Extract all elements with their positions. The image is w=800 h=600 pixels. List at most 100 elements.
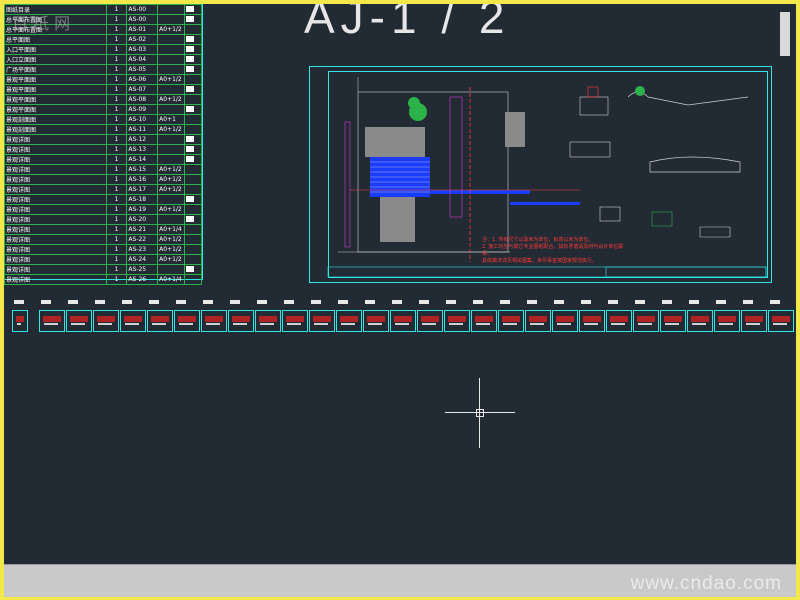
layout-thumbnail[interactable] bbox=[39, 310, 65, 332]
layout-thumbnail[interactable] bbox=[390, 310, 416, 332]
layout-thumbnail[interactable] bbox=[12, 310, 28, 332]
layout-tab[interactable] bbox=[95, 300, 105, 304]
paving-area bbox=[365, 127, 425, 157]
index-cell-size bbox=[157, 264, 186, 275]
index-cell-name: 广场平面图 bbox=[4, 64, 107, 75]
layout-thumbnail[interactable] bbox=[255, 310, 281, 332]
layout-thumbnail[interactable] bbox=[444, 310, 470, 332]
index-cell-cnt: 1 bbox=[105, 154, 128, 165]
layout-thumbnail[interactable] bbox=[633, 310, 659, 332]
layout-tab[interactable] bbox=[338, 300, 348, 304]
layout-tab[interactable] bbox=[770, 300, 780, 304]
layout-thumbnail[interactable] bbox=[768, 310, 794, 332]
index-cell-size bbox=[157, 154, 186, 165]
layout-tab[interactable] bbox=[527, 300, 537, 304]
index-cell-mark bbox=[184, 144, 202, 155]
layout-thumbnail[interactable] bbox=[579, 310, 605, 332]
layout-thumbnail[interactable] bbox=[174, 310, 200, 332]
index-cell-cnt: 1 bbox=[105, 274, 128, 285]
index-cell-mark bbox=[184, 94, 202, 105]
layout-tab[interactable] bbox=[392, 300, 402, 304]
layout-thumbnail[interactable] bbox=[120, 310, 146, 332]
index-cell-code: AS-26 bbox=[126, 274, 159, 285]
layout-tab[interactable] bbox=[419, 300, 429, 304]
index-row: 景观详图 1 AS-18 bbox=[4, 194, 202, 205]
layout-tab[interactable] bbox=[68, 300, 78, 304]
layout-tab[interactable] bbox=[284, 300, 294, 304]
layout-tab[interactable] bbox=[581, 300, 591, 304]
index-cell-mark bbox=[184, 244, 202, 255]
index-row: 入口平面图 1 AS-03 bbox=[4, 44, 202, 55]
layout-thumbnail-strip[interactable] bbox=[12, 300, 794, 334]
layout-tab[interactable] bbox=[365, 300, 375, 304]
layout-thumbnail[interactable] bbox=[660, 310, 686, 332]
layout-thumbnail[interactable] bbox=[201, 310, 227, 332]
index-cell-size: A0+1/2 bbox=[157, 24, 186, 35]
layout-tab[interactable] bbox=[230, 300, 240, 304]
layout-tab[interactable] bbox=[743, 300, 753, 304]
layout-thumbnail[interactable] bbox=[552, 310, 578, 332]
layout-tab[interactable] bbox=[311, 300, 321, 304]
layout-tab[interactable] bbox=[122, 300, 132, 304]
layout-thumbnail[interactable] bbox=[417, 310, 443, 332]
layout-tab[interactable] bbox=[446, 300, 456, 304]
index-cell-name: 景观详图 bbox=[4, 144, 107, 155]
index-cell-mark bbox=[184, 194, 202, 205]
index-row: 景观详图 1 AS-24 A0+1/2 bbox=[4, 254, 202, 265]
index-cell-code: AS-02 bbox=[126, 34, 159, 45]
layout-tab[interactable] bbox=[554, 300, 564, 304]
main-drawing-sheet[interactable]: 注：1. 所有尺寸以毫米为单位，标高以米为单位。 2. 施工时应与其它专业图纸配… bbox=[309, 66, 772, 283]
layout-thumbnail[interactable] bbox=[471, 310, 497, 332]
layout-tab[interactable] bbox=[14, 300, 24, 304]
index-cell-name: 景观详图 bbox=[4, 224, 107, 235]
layout-thumbnail[interactable] bbox=[66, 310, 92, 332]
scroll-thumb[interactable] bbox=[780, 12, 790, 56]
layout-thumbnail[interactable] bbox=[714, 310, 740, 332]
layout-tab[interactable] bbox=[473, 300, 483, 304]
layout-thumbnail[interactable] bbox=[228, 310, 254, 332]
layout-thumbnail[interactable] bbox=[498, 310, 524, 332]
index-row: 景观详图 1 AS-19 A0+1/2 bbox=[4, 204, 202, 215]
layout-thumbnail[interactable] bbox=[336, 310, 362, 332]
layout-tab[interactable] bbox=[149, 300, 159, 304]
revision-mark-icon bbox=[186, 65, 195, 72]
layout-thumbnail[interactable] bbox=[363, 310, 389, 332]
layout-thumbnail[interactable] bbox=[147, 310, 173, 332]
layout-tab[interactable] bbox=[689, 300, 699, 304]
index-cell-name: 景观平面图 bbox=[4, 74, 107, 85]
revision-mark-icon bbox=[186, 145, 195, 152]
index-cell-code: AS-08 bbox=[126, 94, 159, 105]
layout-tab[interactable] bbox=[608, 300, 618, 304]
layout-tab[interactable] bbox=[41, 300, 51, 304]
layout-tab[interactable] bbox=[500, 300, 510, 304]
index-cell-mark bbox=[184, 84, 202, 95]
layout-thumbnail[interactable] bbox=[525, 310, 551, 332]
layout-tab[interactable] bbox=[662, 300, 672, 304]
index-cell-code: AS-24 bbox=[126, 254, 159, 265]
index-cell-mark bbox=[184, 154, 202, 165]
index-cell-size: A0+1/2 bbox=[157, 244, 186, 255]
index-cell-size: A0+1/4 bbox=[157, 224, 186, 235]
index-cell-cnt: 1 bbox=[105, 194, 128, 205]
layout-thumbnail[interactable] bbox=[309, 310, 335, 332]
index-cell-size: A0+1 bbox=[157, 114, 186, 125]
layout-thumbnail[interactable] bbox=[687, 310, 713, 332]
layout-tab[interactable] bbox=[176, 300, 186, 304]
layout-thumbnail[interactable] bbox=[741, 310, 767, 332]
layout-tab[interactable] bbox=[716, 300, 726, 304]
index-row: 景观详图 1 AS-15 A0+1/2 bbox=[4, 164, 202, 175]
index-cell-code: AS-05 bbox=[126, 64, 159, 75]
layout-tab[interactable] bbox=[257, 300, 267, 304]
layout-thumbnail[interactable] bbox=[282, 310, 308, 332]
drawing-index-sheet[interactable]: 图纸目录 1 AS-00 总平面布置图 1 AS-00 总平面布置图 1 AS-01 A0+1/2… bbox=[4, 4, 203, 285]
layout-thumbnail[interactable] bbox=[93, 310, 119, 332]
layout-thumbnail[interactable] bbox=[606, 310, 632, 332]
layout-tab[interactable] bbox=[635, 300, 645, 304]
index-cell-name: 景观平面图 bbox=[4, 104, 107, 115]
index-cell-mark bbox=[184, 214, 202, 225]
index-cell-name: 景观详图 bbox=[4, 194, 107, 205]
layout-tab[interactable] bbox=[203, 300, 213, 304]
drawing-canvas[interactable]: 百 纸 网 AJ-1 / 2 图纸目录 1 AS-00 总平面布置图 1 AS-00 总平面… bbox=[4, 4, 796, 564]
index-cell-name: 景观剖面图 bbox=[4, 124, 107, 135]
index-cell-name: 景观剖面图 bbox=[4, 114, 107, 125]
